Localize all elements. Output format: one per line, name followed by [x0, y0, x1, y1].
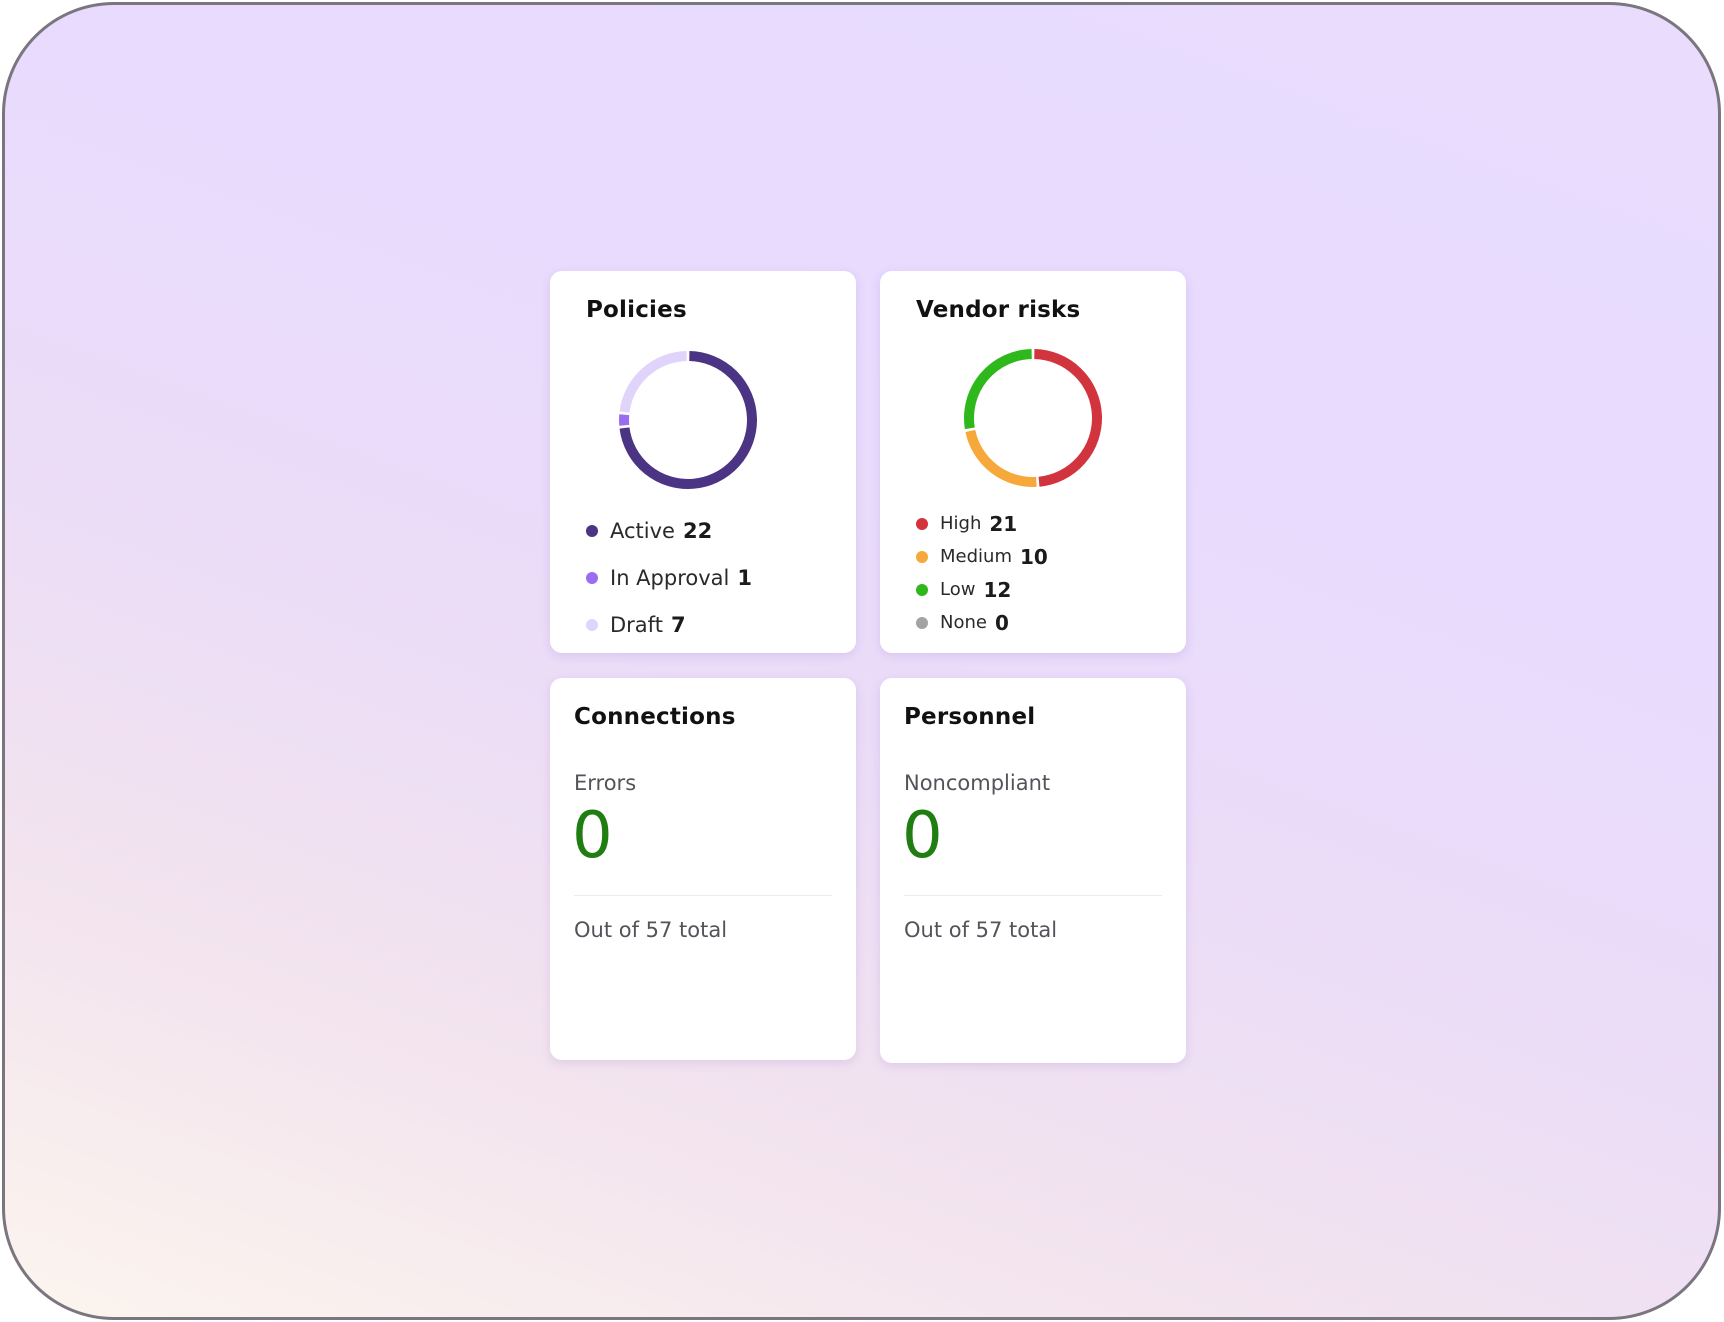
- donut-slice-low[interactable]: [964, 349, 1032, 430]
- connections-divider: [574, 895, 832, 896]
- legend-item-in-approval[interactable]: In Approval 1: [586, 554, 752, 601]
- policies-card[interactable]: Policies Active 22 In Approval 1 Draft 7: [550, 271, 856, 653]
- policies-title: Policies: [586, 297, 687, 323]
- legend-label: In Approval: [610, 565, 730, 590]
- legend-label: High: [940, 513, 982, 534]
- app-frame: Policies Active 22 In Approval 1 Draft 7…: [2, 2, 1721, 1320]
- personnel-footer: Out of 57 total: [904, 918, 1058, 942]
- legend-dot-in-approval: [586, 571, 598, 584]
- policies-donut-chart: [619, 351, 757, 489]
- connections-card[interactable]: Connections Errors 0 Out of 57 total: [550, 678, 856, 1060]
- vendor-risks-title: Vendor risks: [916, 297, 1081, 323]
- personnel-title: Personnel: [904, 704, 1036, 730]
- legend-item-medium[interactable]: Medium 10: [916, 540, 1048, 573]
- legend-value: 7: [670, 612, 686, 637]
- connections-footer: Out of 57 total: [574, 918, 728, 942]
- connections-metric-value: 0: [572, 799, 613, 873]
- legend-item-none[interactable]: None 0: [916, 606, 1048, 639]
- legend-label: Active: [610, 518, 675, 543]
- legend-label: Low: [940, 579, 976, 600]
- donut-slice-draft[interactable]: [619, 351, 687, 413]
- legend-dot-active: [586, 524, 598, 537]
- personnel-metric-value: 0: [902, 799, 943, 873]
- legend-value: 0: [994, 610, 1009, 635]
- personnel-card[interactable]: Personnel Noncompliant 0 Out of 57 total: [880, 678, 1186, 1063]
- legend-item-draft[interactable]: Draft 7: [586, 601, 752, 648]
- legend-item-low[interactable]: Low 12: [916, 573, 1048, 606]
- legend-label: Medium: [940, 546, 1012, 567]
- legend-item-active[interactable]: Active 22: [586, 507, 752, 554]
- legend-dot-none: [916, 616, 928, 629]
- legend-value: 22: [682, 518, 713, 543]
- legend-label: Draft: [610, 612, 663, 637]
- legend-value: 21: [989, 511, 1018, 536]
- donut-slice-high[interactable]: [1034, 349, 1102, 487]
- personnel-metric-label: Noncompliant: [904, 771, 1051, 795]
- legend-dot-high: [916, 517, 928, 530]
- vendor-risks-legend: High 21 Medium 10 Low 12 None 0: [916, 507, 1048, 639]
- personnel-divider: [904, 895, 1162, 896]
- vendor-risks-donut-chart: [964, 349, 1102, 487]
- legend-item-high[interactable]: High 21: [916, 507, 1048, 540]
- legend-dot-medium: [916, 550, 928, 563]
- legend-value: 12: [983, 577, 1012, 602]
- legend-value: 10: [1019, 544, 1048, 569]
- connections-title: Connections: [574, 704, 736, 730]
- vendor-risks-card[interactable]: Vendor risks High 21 Medium 10 Low 12 No…: [880, 271, 1186, 653]
- legend-dot-draft: [586, 618, 598, 631]
- legend-dot-low: [916, 583, 928, 596]
- legend-label: None: [940, 612, 987, 633]
- connections-metric-label: Errors: [574, 771, 637, 795]
- policies-legend: Active 22 In Approval 1 Draft 7: [586, 507, 752, 648]
- donut-slice-medium[interactable]: [965, 429, 1037, 487]
- legend-value: 1: [737, 565, 752, 590]
